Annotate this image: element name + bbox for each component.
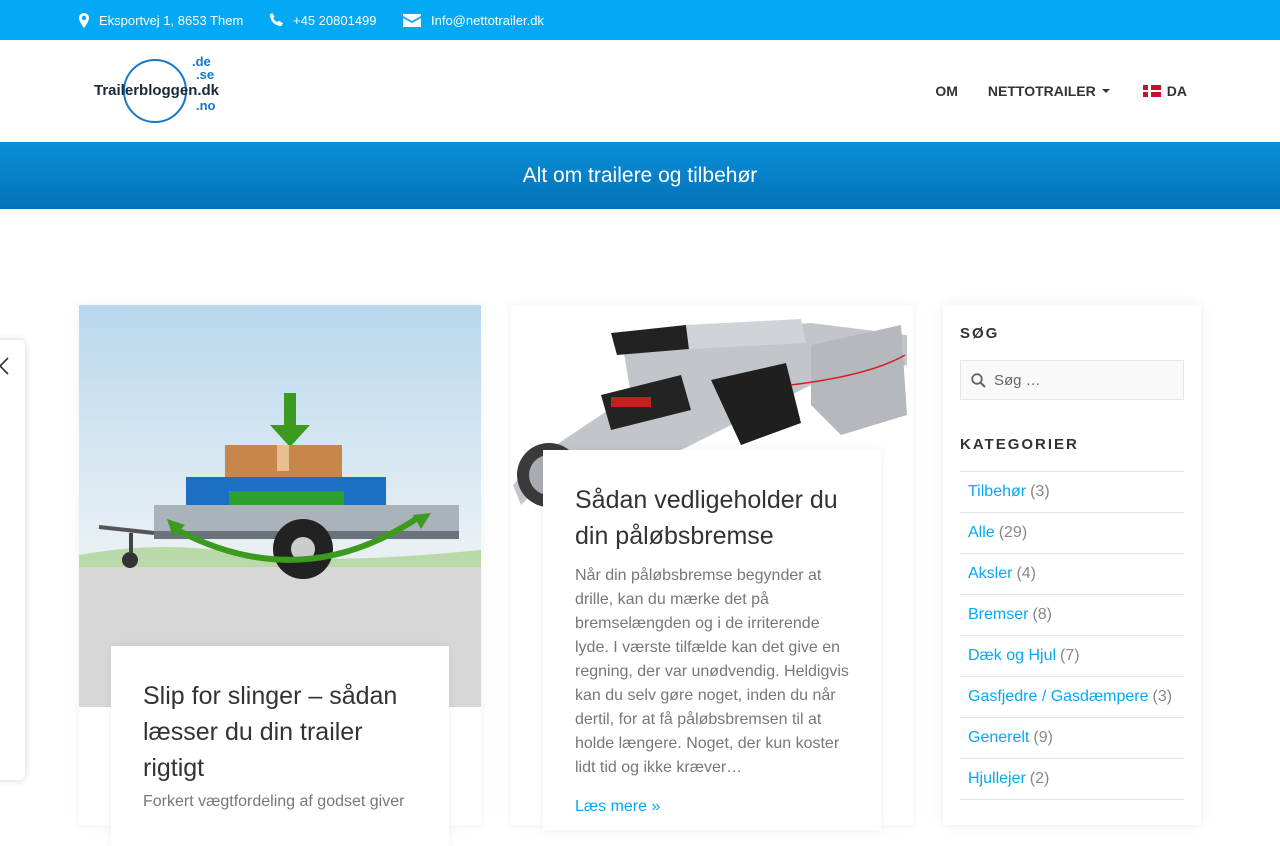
category-name[interactable]: Hjullejer: [968, 770, 1026, 788]
banner-title: Alt om trailere og tilbehør: [522, 163, 758, 187]
post-excerpt: Forkert vægtfordeling af godset giver: [143, 793, 405, 810]
post-card: Sådan vedligeholder du din påløbsbremse …: [511, 305, 913, 830]
envelope-icon: [403, 13, 421, 27]
category-count: (8): [1032, 606, 1053, 623]
logo-main-text: Trailerbloggen.dk: [94, 82, 220, 99]
side-panel-toggle[interactable]: [0, 340, 25, 780]
category-count: (2): [1029, 770, 1050, 787]
main-nav: OM NETTOTRAILER DA: [920, 40, 1202, 142]
sidebar: SØG Søg … KATEGORIER Tilbehør (3) Alle (29…: [943, 305, 1201, 825]
categories-heading: KATEGORIER: [960, 436, 1079, 453]
post-card-body: Slip for slinger – sådan læsser du din t…: [111, 646, 449, 846]
site-logo[interactable]: Trailerbloggen.dk .de .se .no: [92, 54, 222, 126]
phone-item[interactable]: +45 20801499: [269, 0, 377, 40]
read-more-link[interactable]: Læs mere »: [575, 798, 849, 816]
map-marker-icon: [79, 12, 89, 28]
post-title[interactable]: Sådan vedligeholder du din påløbsbremse: [575, 482, 849, 554]
page-banner: Alt om trailere og tilbehør: [0, 142, 1280, 209]
category-count: (9): [1033, 729, 1053, 746]
category-count: (29): [998, 524, 1028, 541]
email-text[interactable]: Info@nettotrailer.dk: [431, 13, 544, 28]
danish-flag-icon: [1142, 85, 1161, 97]
logo-no-text: .no: [196, 98, 216, 113]
category-name[interactable]: Bremser: [968, 606, 1028, 624]
phone-text[interactable]: +45 20801499: [293, 13, 377, 28]
category-name[interactable]: Alle: [968, 524, 995, 542]
language-switcher[interactable]: DA: [1125, 83, 1202, 99]
category-item[interactable]: Hjullejer (2): [960, 759, 1184, 800]
category-count: (3): [1030, 483, 1050, 500]
nav-label: DA: [1166, 83, 1187, 99]
category-item[interactable]: Aksler (4): [960, 554, 1184, 595]
category-count: (4): [1016, 565, 1037, 582]
top-contact-bar: Eksportvej 1, 8653 Them +45 20801499 Inf…: [0, 0, 1280, 40]
post-card: Slip for slinger – sådan læsser du din t…: [79, 305, 481, 846]
category-item[interactable]: Alle (29): [960, 513, 1184, 554]
post-title[interactable]: Slip for slinger – sådan læsser du din t…: [143, 678, 417, 786]
post-excerpt: Når din påløbsbremse begynder at drille,…: [575, 567, 849, 776]
category-name[interactable]: Dæk og Hjul: [968, 647, 1056, 665]
post-card-body: Sådan vedligeholder du din påløbsbremse …: [543, 450, 881, 830]
email-item[interactable]: Info@nettotrailer.dk: [403, 0, 544, 40]
address-text: Eksportvej 1, 8653 Them: [99, 12, 244, 28]
category-name[interactable]: Gasfjedre / Gasdæmpere: [968, 688, 1149, 706]
nav-label: OM: [935, 83, 958, 99]
category-count: (7): [1060, 647, 1080, 664]
category-item[interactable]: Generelt (9): [960, 718, 1184, 759]
category-item[interactable]: Tilbehør (3): [960, 472, 1184, 513]
chevron-left-icon: [0, 357, 9, 375]
logo-se-text: .se: [196, 67, 214, 82]
category-name[interactable]: Tilbehør: [968, 483, 1026, 501]
caret-down-icon: [1101, 89, 1110, 93]
category-item[interactable]: Dæk og Hjul (7): [960, 636, 1184, 677]
search-box[interactable]: Søg …: [960, 360, 1184, 400]
category-list: Tilbehør (3) Alle (29) Aksler (4) Bremser (8…: [960, 471, 1184, 800]
nav-item-om[interactable]: OM: [920, 83, 973, 99]
category-name[interactable]: Generelt: [968, 729, 1029, 747]
category-count: (3): [1152, 688, 1173, 705]
search-icon: [971, 372, 986, 388]
category-item[interactable]: Bremser (8): [960, 595, 1184, 636]
search-input[interactable]: Søg …: [994, 372, 1041, 389]
nav-item-nettotrailer[interactable]: NETTOTRAILER: [973, 83, 1125, 99]
address-item: Eksportvej 1, 8653 Them: [79, 0, 243, 40]
search-heading: SØG: [960, 325, 1000, 342]
phone-icon: [270, 13, 283, 26]
site-header: Trailerbloggen.dk .de .se .no OM NETTOTR…: [0, 40, 1280, 142]
category-item[interactable]: Gasfjedre / Gasdæmpere (3): [960, 677, 1184, 718]
nav-label: NETTOTRAILER: [987, 83, 1096, 99]
category-name[interactable]: Aksler: [968, 565, 1012, 583]
